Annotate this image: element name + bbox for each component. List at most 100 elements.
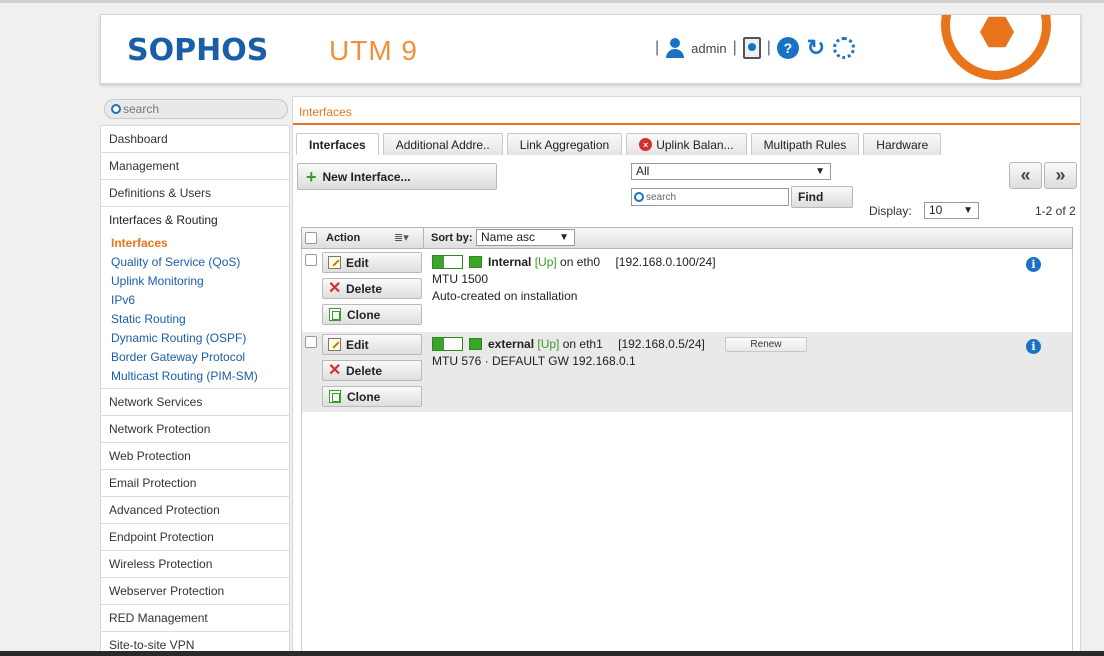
new-interface-label: New Interface... [322, 169, 411, 184]
column-menu-icon[interactable]: ≣▾ [394, 231, 409, 244]
last-page-button[interactable]: » [1044, 162, 1077, 189]
search-icon [111, 104, 121, 114]
clone-button[interactable]: Clone [322, 304, 422, 325]
edit-icon [328, 256, 341, 269]
tab-label: Hardware [876, 137, 929, 152]
header-tools: | admin | | ? ↻ [655, 37, 855, 59]
sidebar-item-management[interactable]: Management [101, 153, 289, 180]
search-icon [634, 192, 644, 202]
renew-button[interactable]: Renew [725, 337, 807, 352]
flag-icon [469, 338, 482, 350]
breadcrumb: Interfaces [299, 105, 352, 119]
clone-icon [329, 390, 341, 403]
clone-label: Clone [347, 389, 381, 404]
tab-bar: Interfaces Additional Addre.. Link Aggre… [296, 133, 942, 155]
product-name: UTM 9 [329, 35, 418, 66]
row-checkbox[interactable] [305, 254, 317, 266]
list-search-placeholder: search [646, 191, 677, 203]
edit-button[interactable]: Edit [322, 334, 422, 355]
info-icon[interactable]: i [1026, 339, 1041, 354]
interface-toggle[interactable] [432, 337, 463, 351]
sort-select[interactable]: Name asc ▼ [476, 229, 575, 246]
main-content: Interfaces Interfaces Additional Addre..… [292, 96, 1081, 656]
interface-name[interactable]: Internal [488, 255, 531, 269]
sidebar-item-network-protection[interactable]: Network Protection [101, 416, 289, 443]
sidebar-subitem-bgp[interactable]: Border Gateway Protocol [101, 348, 289, 367]
interface-comment: Auto-created on installation [432, 289, 578, 303]
tab-hardware[interactable]: Hardware [863, 133, 942, 155]
sort-label: Sort by: [431, 232, 473, 244]
tab-interfaces[interactable]: Interfaces [296, 133, 379, 155]
sidebar-item-webserver-protection[interactable]: Webserver Protection [101, 578, 289, 605]
sidebar-search-input[interactable]: search [104, 99, 288, 119]
new-interface-button[interactable]: + New Interface... [297, 163, 497, 190]
interface-mtu: MTU 1500 [432, 272, 489, 286]
app-header: SOPHOS UTM 9 | admin | | ? ↻ [100, 14, 1081, 84]
header-separator: | [766, 39, 771, 56]
chevron-down-icon: ▼ [815, 166, 825, 177]
sidebar-subitem-static-routing[interactable]: Static Routing [101, 310, 289, 329]
interface-toggle[interactable] [432, 255, 463, 269]
clipboard-icon[interactable] [742, 37, 761, 59]
sidebar-subitem-ospf[interactable]: Dynamic Routing (OSPF) [101, 329, 289, 348]
select-all-checkbox[interactable] [305, 232, 317, 244]
tab-label: Additional Addre.. [395, 137, 490, 152]
clone-button[interactable]: Clone [322, 386, 422, 407]
interface-title: external [Up] on eth1 [192.168.0.5/24] [488, 337, 705, 351]
sidebar-item-email-protection[interactable]: Email Protection [101, 470, 289, 497]
username[interactable]: admin [691, 41, 726, 56]
sidebar-item-dashboard[interactable]: Dashboard [101, 126, 289, 153]
interface-port: on eth1 [562, 337, 603, 351]
header-divider [423, 228, 424, 248]
sidebar-subitem-multicast[interactable]: Multicast Routing (PIM-SM) [101, 367, 289, 386]
delete-label: Delete [346, 281, 383, 296]
taskbar-edge [0, 651, 1104, 656]
tab-multipath-rules[interactable]: Multipath Rules [750, 133, 860, 155]
list-search-input[interactable]: search [631, 188, 789, 206]
sidebar-subitem-uplink-monitoring[interactable]: Uplink Monitoring [101, 272, 289, 291]
first-page-button[interactable]: « [1009, 162, 1042, 189]
sidebar-item-definitions-users[interactable]: Definitions & Users [101, 180, 289, 207]
tab-label: Interfaces [309, 137, 366, 152]
display-count-value: 10 [929, 203, 943, 217]
display-count-select[interactable]: 10 ▼ [924, 202, 979, 219]
sidebar-item-endpoint-protection[interactable]: Endpoint Protection [101, 524, 289, 551]
sophos-logo: SOPHOS [127, 33, 269, 68]
sidebar-subitem-ipv6[interactable]: IPv6 [101, 291, 289, 310]
interface-mtu-gateway: MTU 576 · DEFAULT GW 192.168.0.1 [432, 354, 636, 368]
sidebar-item-web-protection[interactable]: Web Protection [101, 443, 289, 470]
sidebar-item-red-management[interactable]: RED Management [101, 605, 289, 632]
delete-button[interactable]: ✕ Delete [322, 360, 422, 381]
find-button[interactable]: Find [791, 186, 853, 208]
sidebar: Dashboard Management Definitions & Users… [100, 125, 290, 656]
sidebar-item-wireless-protection[interactable]: Wireless Protection [101, 551, 289, 578]
sidebar-subitem-interfaces[interactable]: Interfaces [101, 234, 289, 253]
tab-label: Uplink Balan... [656, 137, 734, 152]
filter-select[interactable]: All ▼ [631, 163, 831, 180]
sidebar-item-network-services[interactable]: Network Services [101, 389, 289, 416]
interface-name[interactable]: external [488, 337, 534, 351]
user-icon[interactable] [665, 37, 685, 59]
edit-button[interactable]: Edit [322, 252, 422, 273]
sort-value: Name asc [481, 230, 536, 244]
row-checkbox[interactable] [305, 336, 317, 348]
help-icon[interactable]: ? [776, 37, 799, 59]
tab-link-aggregation[interactable]: Link Aggregation [506, 133, 623, 155]
sidebar-submenu: Interfaces Quality of Service (QoS) Upli… [101, 234, 289, 389]
refresh-icon[interactable]: ↻ [805, 37, 827, 59]
edit-label: Edit [346, 337, 369, 352]
delete-button[interactable]: ✕ Delete [322, 278, 422, 299]
tab-uplink-balancing[interactable]: × Uplink Balan... [626, 133, 747, 155]
plus-icon: + [306, 166, 317, 187]
sidebar-item-advanced-protection[interactable]: Advanced Protection [101, 497, 289, 524]
interface-status: [Up] [537, 337, 560, 351]
breadcrumb-divider [293, 123, 1080, 125]
sidebar-item-interfaces-routing[interactable]: Interfaces & Routing [101, 207, 289, 234]
tab-additional-addresses[interactable]: Additional Addre.. [382, 133, 503, 155]
sidebar-subitem-qos[interactable]: Quality of Service (QoS) [101, 253, 289, 272]
clone-label: Clone [347, 307, 381, 322]
header-separator: | [732, 39, 737, 56]
info-icon[interactable]: i [1026, 257, 1041, 272]
tab-label: Multipath Rules [763, 137, 847, 152]
list-header: Action ≣▾ Sort by: Name asc ▼ [301, 227, 1073, 249]
